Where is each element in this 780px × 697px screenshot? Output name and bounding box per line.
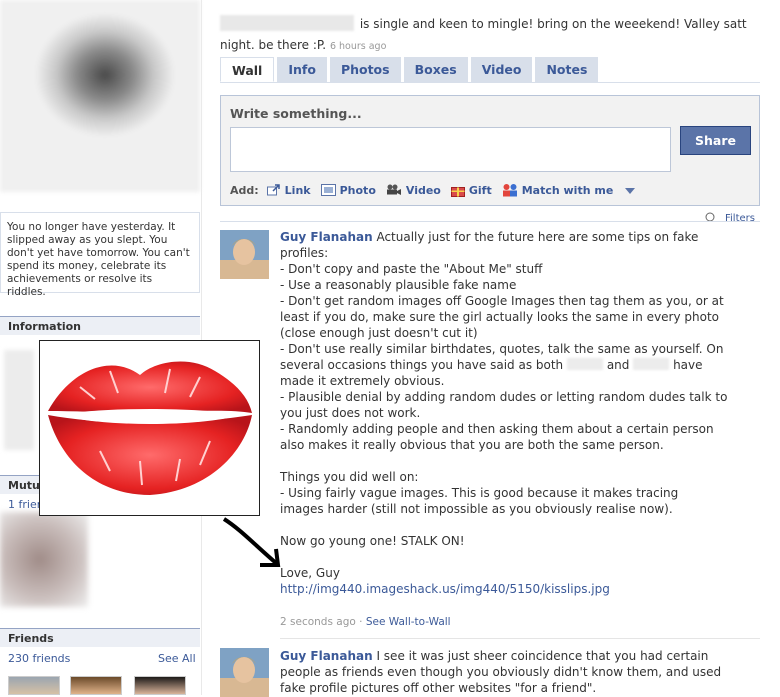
- post-line: - Plausible denial by adding random dude…: [280, 390, 728, 404]
- redacted-name: [567, 358, 603, 370]
- share-button[interactable]: Share: [680, 126, 751, 155]
- tab-info[interactable]: Info: [277, 57, 327, 82]
- gift-icon: [450, 186, 465, 197]
- see-wall-to-wall-link[interactable]: See Wall-to-Wall: [366, 616, 451, 628]
- add-photo-label: Photo: [339, 183, 376, 197]
- wall-post-input[interactable]: [230, 127, 671, 172]
- profile-tabs: Wall Info Photos Boxes Video Notes: [220, 57, 601, 82]
- post-line: (close enough just doesn't cut it): [280, 326, 478, 340]
- tabs-divider: [220, 82, 760, 83]
- wall-post-body: Guy Flanahan Actually just for the futur…: [280, 229, 728, 597]
- post-line: people as friends even though you obviou…: [280, 665, 722, 679]
- friend-thumbnail[interactable]: [8, 676, 60, 695]
- feed-divider: [220, 221, 760, 222]
- wall-publisher: Write something... Share Add: Link Photo…: [220, 95, 760, 206]
- post-line: Now go young one! STALK ON!: [280, 534, 465, 548]
- post-author-avatar[interactable]: [220, 230, 269, 279]
- add-video-label: Video: [405, 183, 441, 197]
- meta-separator: ·: [359, 616, 363, 628]
- post-image-link[interactable]: http://img440.imageshack.us/img440/5150/…: [280, 581, 710, 597]
- profile-quote: You no longer have yesterday. It slipped…: [7, 221, 190, 298]
- information-content: [4, 350, 34, 450]
- post-author-link[interactable]: Guy Flanahan: [280, 649, 373, 663]
- profile-picture[interactable]: [0, 0, 200, 192]
- post-line: - Using fairly vague images. This is goo…: [280, 486, 679, 500]
- post-text-segment: and: [606, 358, 630, 372]
- tab-photos[interactable]: Photos: [329, 57, 401, 82]
- post-line: - Don't copy and paste the "About Me" st…: [280, 262, 543, 276]
- add-link-label: Link: [284, 183, 311, 197]
- profile-quote-box: You no longer have yesterday. It slipped…: [0, 212, 200, 298]
- post-line: images harder (still not impossible as y…: [280, 502, 673, 516]
- friend-thumbnail[interactable]: [70, 676, 122, 695]
- post-line: fake profile pictures off other websites…: [280, 681, 597, 695]
- post-line: several occasions things you have said a…: [280, 357, 710, 373]
- post-timestamp: 2 seconds ago: [280, 616, 356, 628]
- add-photo-button[interactable]: Photo: [320, 183, 376, 197]
- post-author-avatar[interactable]: [220, 648, 269, 697]
- filters-button[interactable]: Filters: [705, 212, 755, 224]
- status-update: is single and keen to mingle! bring on t…: [220, 14, 770, 57]
- add-gift-label: Gift: [468, 183, 492, 197]
- profile-name-redacted: [220, 15, 354, 31]
- tab-notes[interactable]: Notes: [535, 57, 599, 82]
- friends-see-all-link[interactable]: See All: [158, 652, 196, 665]
- post-text-segment: have: [673, 358, 703, 372]
- post-text-segment: several occasions things you have said a…: [280, 358, 564, 372]
- status-timestamp: 6 hours ago: [329, 41, 387, 52]
- more-attachments-dropdown[interactable]: [625, 184, 636, 197]
- add-match-label: Match with me: [521, 183, 614, 197]
- tab-boxes[interactable]: Boxes: [403, 57, 468, 82]
- post-line: Love, Guy: [280, 566, 340, 580]
- avatar-photo: [220, 230, 269, 279]
- friend-thumbnail[interactable]: [134, 676, 186, 695]
- avatar-photo: [220, 648, 269, 697]
- lips-graphic: [48, 361, 252, 495]
- kiss-lips-image: [39, 340, 260, 516]
- wall-post-body: Guy Flanahan I see it was just sheer coi…: [280, 648, 722, 696]
- post-line: Things you did well on:: [280, 470, 419, 484]
- add-gift-button[interactable]: Gift: [450, 183, 492, 197]
- add-link-button[interactable]: Link: [266, 183, 311, 197]
- publisher-attachments: Add: Link Photo Video Gift Match with me: [230, 182, 636, 198]
- post-line: made it extremely obvious.: [280, 374, 445, 388]
- mutual-friend-photo[interactable]: [0, 512, 88, 607]
- match-people-icon: [502, 184, 517, 197]
- information-header: Information: [0, 316, 200, 335]
- tab-video[interactable]: Video: [470, 57, 533, 82]
- post-line: you just does not work.: [280, 406, 421, 420]
- post-line: - Randomly adding people and then asking…: [280, 422, 714, 436]
- post-line: Actually just for the future here are so…: [376, 230, 699, 244]
- post-author-link[interactable]: Guy Flanahan: [280, 230, 373, 244]
- arrow-annotation: [222, 517, 281, 567]
- post-line: - Don't use really similar birthdates, q…: [280, 342, 724, 356]
- video-camera-icon: [386, 184, 401, 195]
- add-match-button[interactable]: Match with me: [502, 183, 614, 197]
- redacted-name: [633, 358, 670, 370]
- post-meta: 2 seconds ago · See Wall-to-Wall: [280, 616, 451, 628]
- post-line: - Use a reasonably plausible fake name: [280, 278, 517, 292]
- friends-count-link[interactable]: 230 friends: [8, 652, 70, 665]
- post-line: least if you do, make sure the girl actu…: [280, 310, 720, 324]
- tab-wall[interactable]: Wall: [220, 57, 275, 82]
- post-line: I see it was just sheer coincidence that…: [376, 649, 709, 663]
- filter-icon: [705, 212, 715, 222]
- photo-icon: [320, 184, 336, 196]
- post-line: profiles:: [280, 246, 329, 260]
- link-icon: [266, 184, 280, 196]
- post-divider: [280, 638, 760, 639]
- publisher-label: Write something...: [230, 106, 362, 121]
- chevron-down-icon: [625, 187, 636, 194]
- post-line: also makes it really obvious that you ar…: [280, 438, 664, 452]
- post-line: - Don't get random images off Google Ima…: [280, 294, 724, 308]
- add-video-button[interactable]: Video: [386, 184, 441, 197]
- add-label: Add:: [230, 183, 259, 197]
- friends-header: Friends: [0, 628, 200, 647]
